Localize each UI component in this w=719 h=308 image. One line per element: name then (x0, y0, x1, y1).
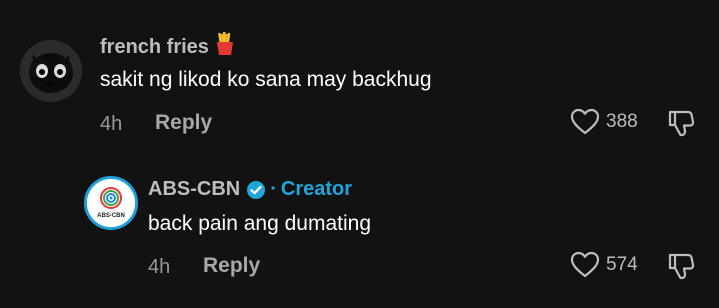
reply-button[interactable]: Reply (155, 111, 212, 135)
french-fries-emoji-icon (215, 32, 235, 62)
black-cat-avatar-icon (20, 40, 82, 102)
thumbs-down-icon (666, 110, 696, 142)
like-count: 388 (606, 111, 638, 132)
comment-username[interactable]: french fries (100, 32, 235, 62)
like-button[interactable]: 574 (570, 251, 638, 279)
username-text: french fries (100, 35, 209, 58)
thumbs-down-icon (666, 253, 696, 285)
username-text: ABS-CBN (148, 178, 241, 200)
separator-dot: · (270, 178, 277, 200)
heart-icon (570, 108, 600, 136)
creator-badge: Creator (280, 178, 353, 200)
comment-time: 4h (148, 256, 171, 278)
dislike-button[interactable] (666, 108, 696, 143)
like-button[interactable]: 388 (570, 108, 638, 136)
comment-username[interactable]: ABS-CBN · Creator (148, 178, 352, 201)
avatar[interactable]: ABS-CBN (84, 176, 138, 230)
comment-time: 4h (100, 113, 123, 135)
comment-text: sakit ng likod ko sana may backhug (100, 68, 432, 91)
reply-button[interactable]: Reply (203, 254, 260, 278)
like-count: 574 (606, 254, 638, 275)
comment-text: back pain ang dumating (148, 212, 371, 235)
logo-text: ABS-CBN (97, 213, 125, 219)
abs-cbn-logo-icon: ABS-CBN (87, 179, 135, 227)
verified-badge-icon (246, 180, 266, 200)
avatar[interactable] (20, 40, 82, 102)
heart-icon (570, 251, 600, 279)
dislike-button[interactable] (666, 251, 696, 286)
